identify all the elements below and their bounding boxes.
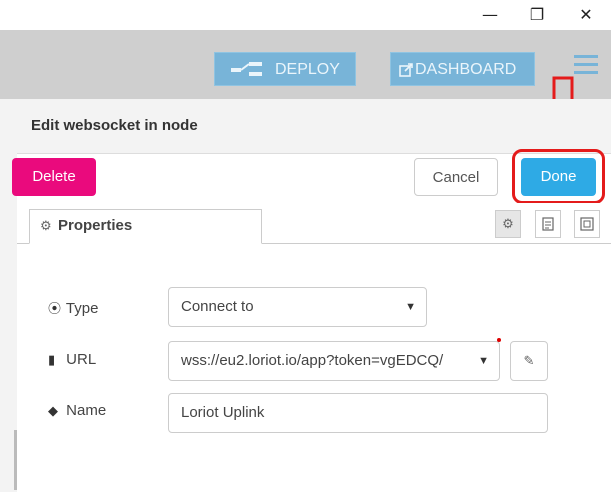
- deploy-label: DEPLOY: [275, 61, 340, 78]
- hamburger-menu-icon[interactable]: [574, 55, 598, 77]
- gear-icon: ⚙: [40, 218, 52, 233]
- cancel-button[interactable]: Cancel: [414, 158, 498, 196]
- url-select[interactable]: wss://eu2.loriot.io/app?token=vgEDCQ/ ▼: [168, 341, 500, 381]
- appearance-tab-icon[interactable]: [574, 210, 600, 238]
- edit-config-button[interactable]: ✎: [510, 341, 548, 381]
- pencil-icon: ✎: [523, 353, 535, 368]
- header-bar: DEPLOY DASHBOARD: [0, 30, 611, 99]
- name-label-text: Name: [66, 402, 107, 419]
- changed-indicator: [497, 338, 501, 342]
- dashboard-button[interactable]: DASHBOARD: [390, 52, 535, 86]
- url-label-text: URL: [66, 351, 97, 368]
- close-button[interactable]: ✕: [574, 4, 598, 26]
- settings-tab-icon[interactable]: ⚙: [495, 210, 521, 238]
- minimize-button[interactable]: —: [478, 4, 502, 26]
- type-select[interactable]: Connect to ▼: [168, 287, 427, 327]
- url-label: ▮ URL: [48, 351, 96, 368]
- delete-button[interactable]: Delete: [12, 158, 96, 196]
- type-label-text: Type: [65, 300, 99, 317]
- name-label: ◆ Name: [48, 402, 106, 419]
- url-select-value: wss://eu2.loriot.io/app?token=vgEDCQ/: [181, 352, 444, 369]
- bookmark-icon: ▮: [48, 352, 56, 367]
- tray-title: Edit websocket in node: [31, 117, 198, 134]
- name-input-value: Loriot Uplink: [181, 404, 265, 421]
- tag-icon: ◆: [48, 403, 58, 418]
- dashboard-label: DASHBOARD: [415, 61, 517, 78]
- description-tab-icon[interactable]: [535, 210, 561, 238]
- tab-properties[interactable]: ⚙ Properties: [29, 209, 262, 244]
- done-highlight-box: [512, 149, 605, 204]
- tab-bar: ⚙ Properties: [17, 203, 611, 244]
- window-titlebar: — ❐ ✕: [0, 0, 611, 30]
- target-icon: ⦿: [48, 301, 62, 316]
- restore-button[interactable]: ❐: [525, 4, 549, 26]
- tray-header: Edit websocket in node: [17, 99, 611, 154]
- chevron-down-icon: ▼: [474, 342, 489, 380]
- type-select-value: Connect to: [181, 298, 254, 315]
- tab-properties-label: Properties: [58, 217, 133, 234]
- chevron-down-icon: ▼: [405, 301, 416, 313]
- external-link-icon: [399, 63, 413, 77]
- type-label: ⦿ Type: [48, 298, 98, 317]
- name-input[interactable]: Loriot Uplink: [168, 393, 548, 433]
- deploy-icon: [231, 62, 262, 76]
- deploy-button[interactable]: DEPLOY: [214, 52, 356, 86]
